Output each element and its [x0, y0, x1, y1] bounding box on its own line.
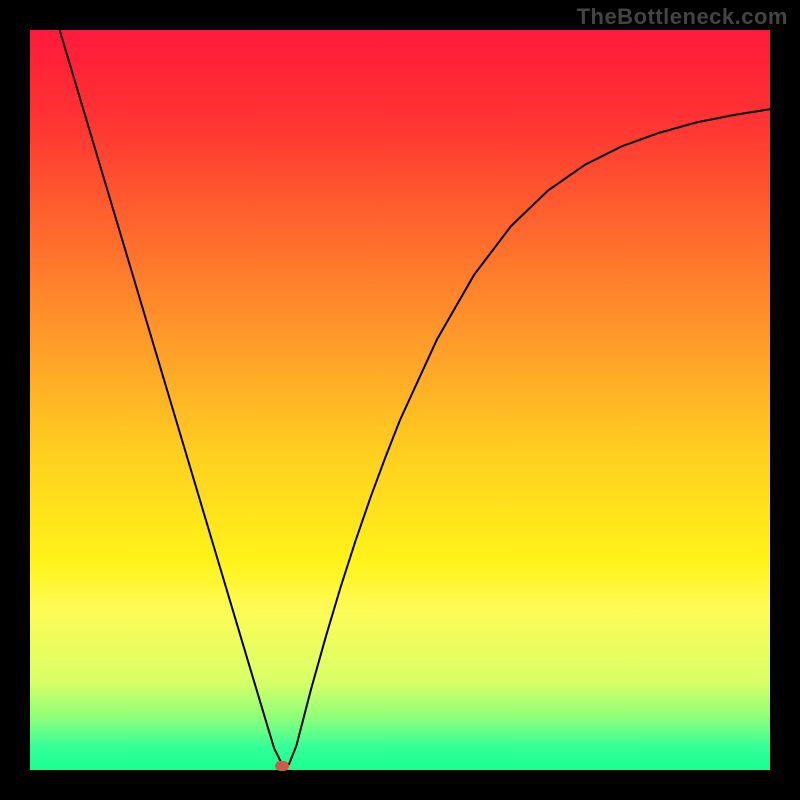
watermark-text: TheBottleneck.com: [577, 4, 788, 30]
plot-frame: [30, 30, 770, 770]
plot-area: [30, 30, 770, 770]
gradient-background: [30, 30, 770, 770]
optimum-marker: [275, 761, 289, 771]
